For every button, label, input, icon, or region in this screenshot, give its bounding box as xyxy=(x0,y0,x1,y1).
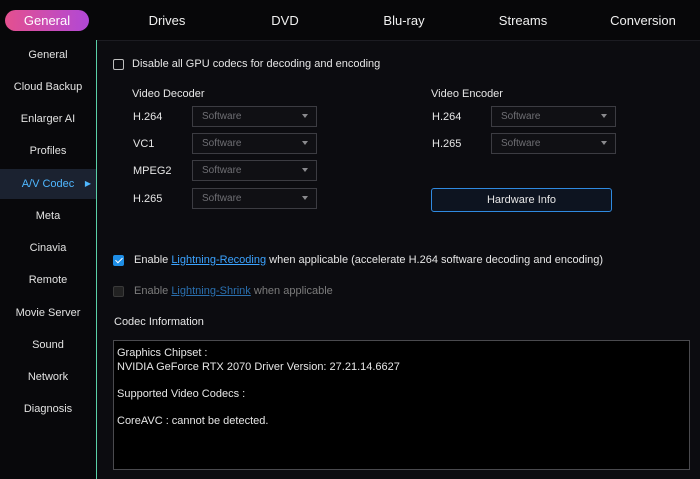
codec-info-line: Supported Video Codecs : xyxy=(117,387,246,400)
select-value: Software xyxy=(202,165,242,176)
sidebar-item-diagnosis[interactable]: Diagnosis xyxy=(0,394,96,424)
lightning-recoding-checkbox[interactable] xyxy=(113,255,124,266)
chevron-right-icon: ▶ xyxy=(84,179,91,188)
select-value: Software xyxy=(202,193,242,204)
decoder-h265-label: H.265 xyxy=(133,193,163,205)
lightning-shrink-option: Enable Lightning-Shrink when applicable xyxy=(134,285,333,297)
lightning-shrink-prefix: Enable xyxy=(134,285,172,297)
decoder-h264-label: H.264 xyxy=(133,111,163,123)
sidebar-item-remote[interactable]: Remote xyxy=(0,265,96,295)
lightning-shrink-link[interactable]: Lightning-Shrink xyxy=(171,285,251,297)
video-decoder-title: Video Decoder xyxy=(132,88,205,100)
codec-info-line xyxy=(117,401,686,415)
av-codec-panel: Disable all GPU codecs for decoding and … xyxy=(97,40,700,479)
chevron-down-icon xyxy=(302,168,308,172)
sidebar-item-label: A/V Codec xyxy=(21,178,75,190)
top-tab-bar: General Drives DVD Blu-ray Streams Conve… xyxy=(0,0,700,41)
codec-info-line: Graphics Chipset : xyxy=(117,347,208,359)
codec-info-line: CoreAVC : cannot be detected. xyxy=(117,414,269,427)
lightning-shrink-checkbox xyxy=(113,286,124,297)
tab-drives[interactable]: Drives xyxy=(127,10,207,31)
disable-gpu-checkbox[interactable] xyxy=(113,59,124,70)
sidebar-item-network[interactable]: Network xyxy=(0,362,96,392)
decoder-vc1-label: VC1 xyxy=(133,138,155,150)
sidebar-item-cinavia[interactable]: Cinavia xyxy=(0,233,96,263)
chevron-down-icon xyxy=(302,114,308,118)
lightning-shrink-suffix: when applicable xyxy=(250,285,333,297)
sidebar-item-meta[interactable]: Meta xyxy=(0,201,96,231)
sidebar: General Cloud Backup Enlarger AI Profile… xyxy=(0,40,97,479)
codec-info-line xyxy=(117,374,686,388)
codec-info-title: Codec Information xyxy=(114,316,204,328)
sidebar-item-sound[interactable]: Sound xyxy=(0,330,96,360)
decoder-mpeg2-label: MPEG2 xyxy=(133,165,172,177)
select-value: Software xyxy=(501,138,541,149)
tab-conversion[interactable]: Conversion xyxy=(603,10,683,31)
chevron-down-icon xyxy=(601,114,607,118)
select-value: Software xyxy=(202,111,242,122)
sidebar-item-general[interactable]: General xyxy=(0,40,96,70)
sidebar-item-cloud-backup[interactable]: Cloud Backup xyxy=(0,72,96,102)
hardware-info-button[interactable]: Hardware Info xyxy=(431,188,612,212)
select-value: Software xyxy=(202,138,242,149)
lightning-recoding-link[interactable]: Lightning-Recoding xyxy=(171,254,266,266)
chevron-down-icon xyxy=(302,141,308,145)
chevron-down-icon xyxy=(302,196,308,200)
sidebar-item-av-codec[interactable]: A/V Codec ▶ xyxy=(0,169,96,199)
codec-info-line: NVIDIA GeForce RTX 2070 Driver Version: … xyxy=(117,360,400,373)
lightning-recoding-prefix: Enable xyxy=(134,254,172,266)
codec-info-box[interactable]: Graphics Chipset : NVIDIA GeForce RTX 20… xyxy=(113,340,690,470)
decoder-h265-select[interactable]: Software xyxy=(192,188,317,209)
encoder-h264-select[interactable]: Software xyxy=(491,106,616,127)
tab-streams[interactable]: Streams xyxy=(483,10,563,31)
encoder-h264-label: H.264 xyxy=(432,111,462,123)
lightning-recoding-suffix: when applicable (accelerate H.264 softwa… xyxy=(266,254,604,266)
lightning-recoding-option: Enable Lightning-Recoding when applicabl… xyxy=(134,254,603,266)
tab-blu-ray[interactable]: Blu-ray xyxy=(364,10,444,31)
sidebar-item-enlarger-ai[interactable]: Enlarger AI xyxy=(0,104,96,134)
decoder-mpeg2-select[interactable]: Software xyxy=(192,160,317,181)
encoder-h265-label: H.265 xyxy=(432,138,462,150)
select-value: Software xyxy=(501,111,541,122)
decoder-vc1-select[interactable]: Software xyxy=(192,133,317,154)
encoder-h265-select[interactable]: Software xyxy=(491,133,616,154)
video-encoder-title: Video Encoder xyxy=(431,88,503,100)
sidebar-item-movie-server[interactable]: Movie Server xyxy=(0,298,96,328)
disable-gpu-label: Disable all GPU codecs for decoding and … xyxy=(132,58,381,70)
tab-dvd[interactable]: DVD xyxy=(245,10,325,31)
decoder-h264-select[interactable]: Software xyxy=(192,106,317,127)
chevron-down-icon xyxy=(601,141,607,145)
sidebar-item-profiles[interactable]: Profiles xyxy=(0,136,96,166)
tab-general[interactable]: General xyxy=(5,10,89,31)
